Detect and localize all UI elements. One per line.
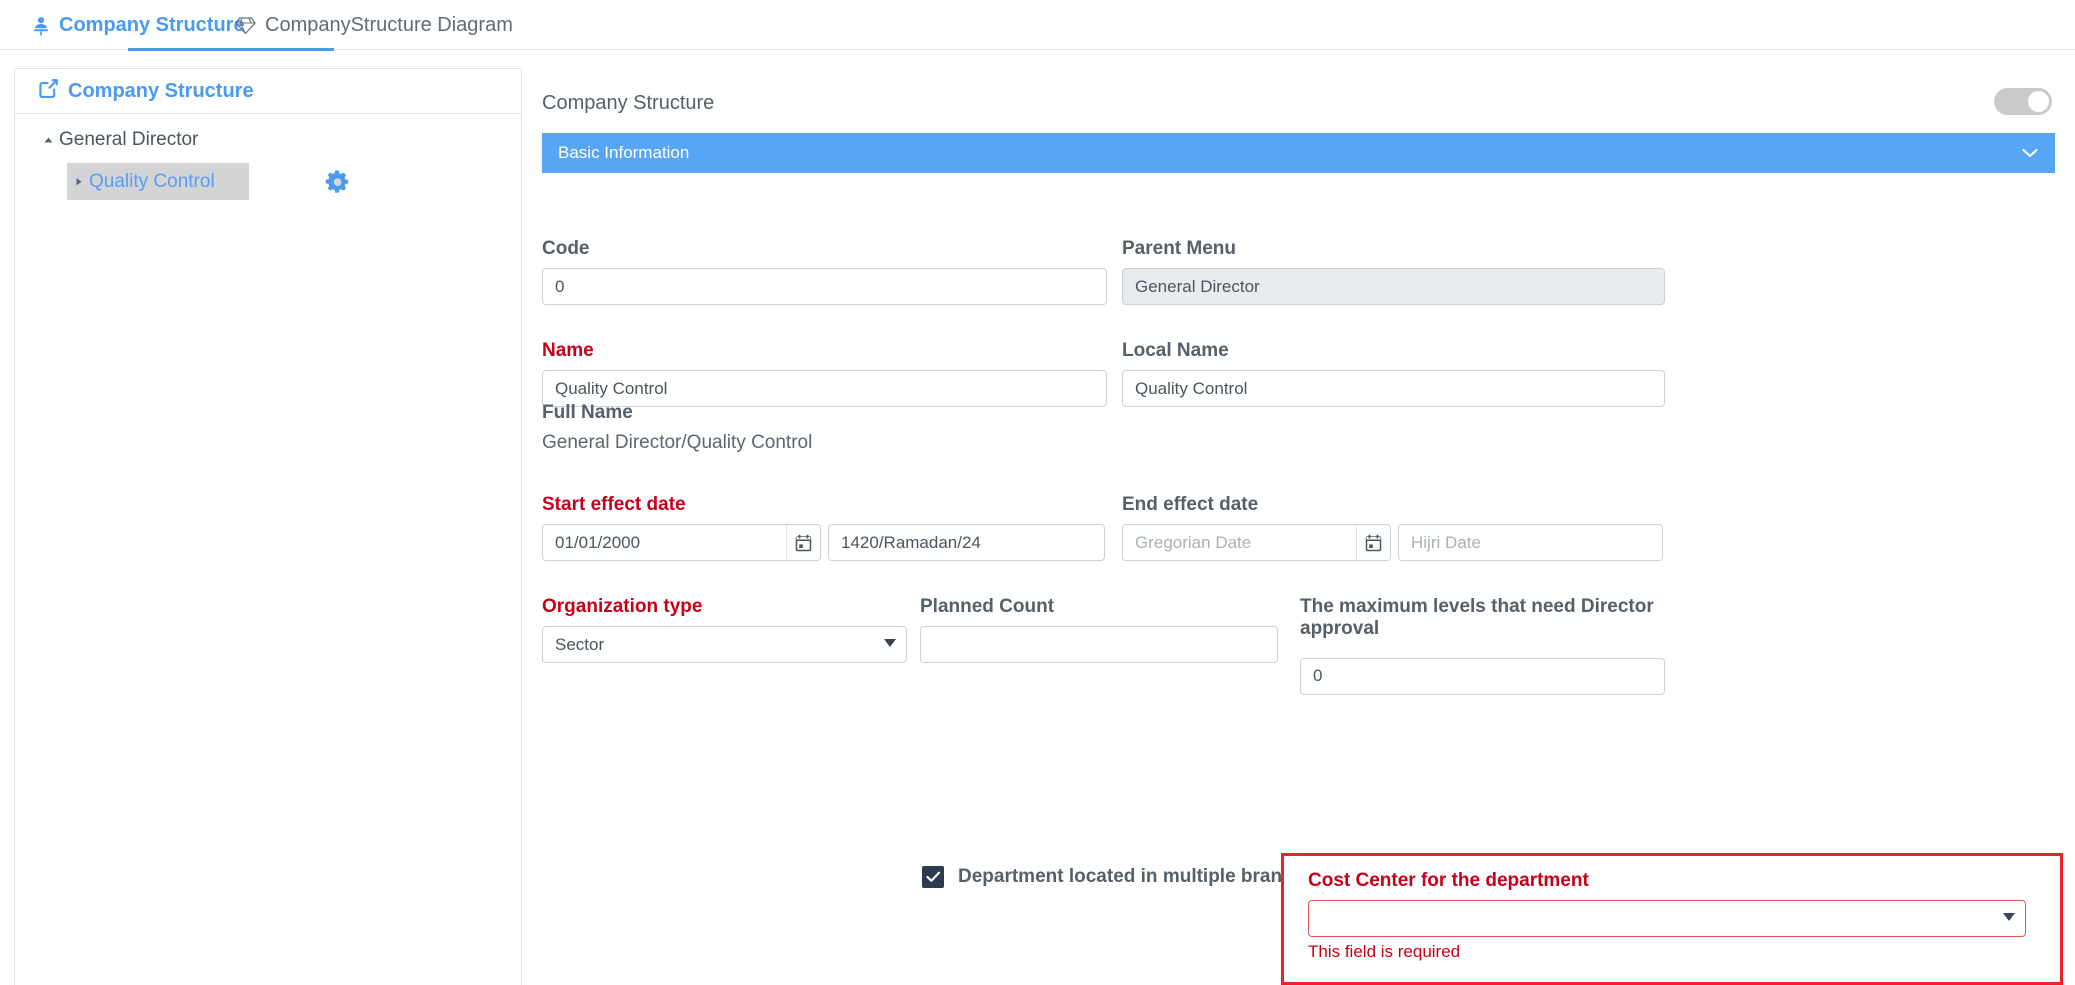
field-full-name: Full Name General Director/Quality Contr… [542, 402, 1342, 454]
organization-type-value[interactable] [542, 626, 907, 663]
field-cost-center: Cost Center for the department This fiel… [1308, 870, 2026, 962]
tab-company-structure[interactable]: Company Structure [32, 0, 245, 50]
cost-center-dropdown[interactable] [1308, 900, 2026, 937]
field-label: Organization type [542, 596, 703, 617]
sidebar-title: Company Structure [68, 79, 254, 102]
multi-branch-checkbox[interactable] [922, 866, 944, 888]
gregorian-date-group [1122, 524, 1391, 561]
status-toggle[interactable] [1994, 88, 2052, 115]
start-gregorian-date-input[interactable] [543, 525, 786, 560]
tab-companystructure-diagram[interactable]: CompanyStructure Diagram [235, 0, 513, 50]
field-organization-type: Organization type [542, 596, 907, 663]
code-input[interactable] [542, 268, 1107, 305]
field-label: The maximum levels that need Director ap… [1300, 596, 1654, 640]
toggle-knob [2028, 91, 2049, 112]
tree-node-quality-control[interactable]: Quality Control [67, 163, 215, 200]
field-local-name: Local Name [1122, 340, 1665, 407]
field-max-levels: The maximum levels that need Director ap… [1300, 596, 1665, 695]
field-name: Name [542, 340, 1107, 407]
page-title: Company Structure [542, 92, 715, 114]
date-group [542, 524, 1107, 561]
full-name-value: General Director/Quality Control [542, 432, 813, 453]
calendar-icon[interactable] [1356, 525, 1390, 560]
chevron-down-icon[interactable] [2021, 145, 2039, 165]
calendar-icon[interactable] [786, 525, 820, 560]
field-label: Local Name [1122, 340, 1229, 361]
field-label: Start effect date [542, 494, 686, 515]
planned-count-input[interactable] [920, 626, 1278, 663]
field-start-effect-date: Start effect date [542, 494, 1107, 561]
tree-node-general-director[interactable]: General Director [15, 119, 521, 161]
date-group [1122, 524, 1665, 561]
max-levels-input[interactable] [1300, 657, 1665, 695]
field-planned-count: Planned Count [920, 596, 1278, 663]
tree-node-label: General Director [59, 129, 199, 150]
cost-center-error-highlight: Cost Center for the department This fiel… [1281, 853, 2063, 985]
start-hijri-date-input[interactable] [828, 524, 1105, 561]
end-gregorian-date-input[interactable] [1123, 525, 1356, 560]
cost-center-error-message: This field is required [1308, 942, 1461, 961]
section-label: Basic Information [558, 143, 690, 162]
end-hijri-date-input[interactable] [1398, 524, 1663, 561]
external-link-icon[interactable] [39, 78, 58, 104]
field-parent-menu: Parent Menu [1122, 238, 1665, 305]
cost-center-value[interactable] [1308, 900, 2026, 937]
field-label: Code [542, 238, 590, 259]
sidebar-header: Company Structure [15, 69, 521, 114]
active-tab-indicator [128, 48, 334, 51]
tree-node-label: Quality Control [89, 170, 215, 192]
sidebar-panel: Company Structure General Director Quali… [14, 68, 522, 985]
person-pin-icon [32, 15, 50, 36]
caret-expand-icon[interactable] [67, 176, 89, 187]
tab-label: Company Structure [59, 13, 245, 36]
org-tree: General Director Quality Control [15, 119, 521, 203]
field-label: Full Name [542, 402, 633, 423]
field-label: Cost Center for the department [1308, 870, 1589, 891]
tree-node-quality-control-row: Quality Control [15, 161, 521, 203]
gregorian-date-group [542, 524, 821, 561]
multi-branch-label: Department located in multiple branches [958, 866, 1326, 887]
diamond-icon [235, 16, 256, 35]
field-end-effect-date: End effect date [1122, 494, 1665, 561]
field-code: Code [542, 238, 1107, 305]
field-label: Name [542, 340, 594, 361]
field-label: End effect date [1122, 494, 1259, 515]
field-label: Parent Menu [1122, 238, 1237, 259]
field-label: Planned Count [920, 596, 1055, 617]
gear-icon[interactable] [325, 169, 351, 195]
section-header-basic-information[interactable]: Basic Information [542, 133, 2055, 173]
main-panel: Company Structure Basic Information Code… [522, 68, 2075, 985]
organization-type-dropdown[interactable] [542, 626, 907, 663]
caret-collapse-icon[interactable] [37, 135, 59, 146]
field-multi-branch: Department located in multiple branches [922, 866, 1325, 888]
tab-bar: Company Structure CompanyStructure Diagr… [0, 0, 2075, 51]
tab-label: CompanyStructure Diagram [265, 13, 513, 36]
parent-menu-input[interactable] [1122, 268, 1665, 305]
